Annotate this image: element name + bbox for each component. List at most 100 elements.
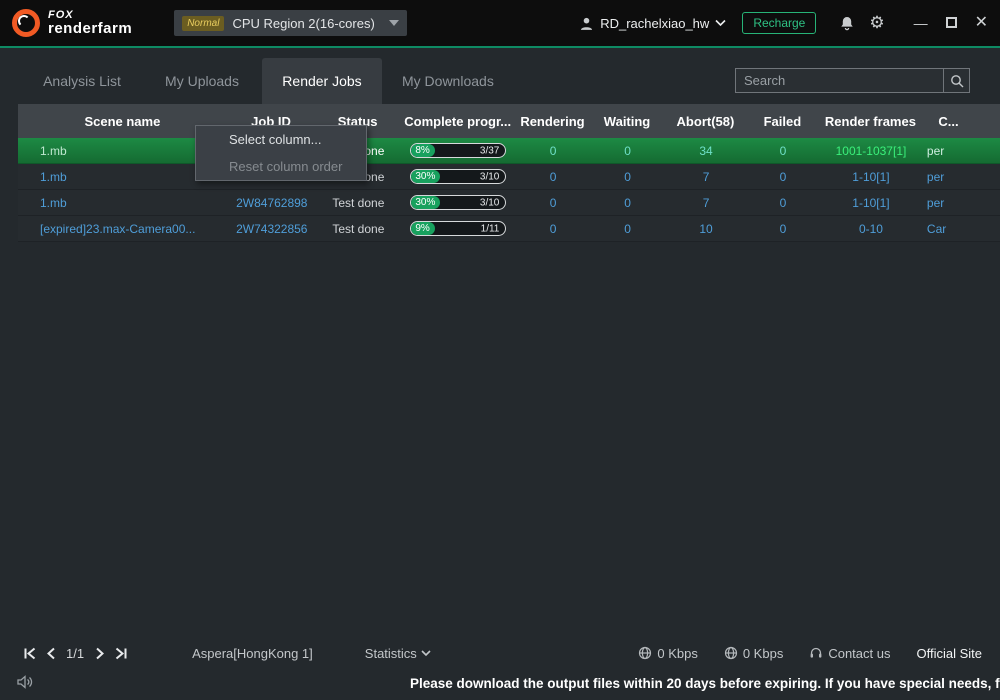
search-input[interactable]: [736, 73, 943, 88]
username-label: RD_rachelxiao_hw: [600, 15, 710, 31]
prev-page-button[interactable]: [40, 642, 62, 664]
page-indicator: 1/1: [66, 645, 85, 661]
progress-bar: 8% 3/37: [410, 143, 507, 158]
progress-bar: 30% 3/10: [410, 169, 507, 184]
bell-icon[interactable]: [839, 15, 855, 32]
failed-count: 0: [779, 221, 787, 236]
render-frames-cell: 0-10: [858, 221, 883, 236]
region-selector[interactable]: Normal CPU Region 2(16-cores): [174, 10, 407, 36]
download-speed: 0 Kbps: [724, 646, 783, 661]
status-cell: Test done: [332, 195, 385, 210]
upload-speed-label: 0 Kbps: [657, 645, 698, 661]
app-logo: FOX renderfarm: [12, 9, 132, 37]
user-icon: [579, 16, 594, 31]
waiting-count: 0: [624, 143, 631, 158]
recharge-button[interactable]: Recharge: [742, 12, 817, 34]
progress-cell: 8% 3/37: [401, 143, 516, 158]
close-button[interactable]: ✕: [975, 15, 988, 31]
headset-icon: [810, 647, 822, 658]
scene-name-cell[interactable]: [expired]23.max-Camera00...: [18, 222, 228, 236]
failed-count: 0: [779, 143, 787, 158]
notice-marquee: Please download the output files within …: [410, 676, 1000, 691]
job-id-cell[interactable]: 2W84762898: [228, 196, 316, 210]
rendering-count: 0: [549, 221, 557, 236]
statistics-dropdown[interactable]: Statistics: [365, 646, 431, 661]
progress-cell: 9% 1/11: [401, 221, 516, 236]
contact-us-label: Contact us: [828, 645, 891, 661]
tab-analysis-list[interactable]: Analysis List: [22, 58, 142, 104]
official-site-link[interactable]: Official Site: [916, 646, 982, 661]
job-id-cell[interactable]: 2W74322856: [228, 222, 316, 236]
status-cell: Test done: [332, 221, 385, 236]
progress-percent: 30%: [415, 171, 436, 182]
progress-fraction: 1/11: [480, 223, 500, 234]
col-abort[interactable]: Abort(58): [665, 114, 747, 129]
user-menu[interactable]: RD_rachelxiao_hw: [579, 16, 726, 31]
last-page-button[interactable]: [110, 642, 132, 664]
search-icon[interactable]: [943, 69, 969, 92]
col-failed[interactable]: Failed: [746, 114, 818, 129]
tab-render-jobs[interactable]: Render Jobs: [262, 58, 382, 104]
table-row[interactable]: 1.mb Test done 8% 3/37 0 0 34 0 1001-103…: [18, 138, 1000, 164]
download-speed-label: 0 Kbps: [742, 645, 784, 661]
chevron-down-icon: [715, 19, 726, 27]
region-label: CPU Region 2(16-cores): [232, 15, 375, 31]
gear-icon[interactable]: ⚙: [869, 13, 884, 33]
column-context-menu: Select column... Reset column order: [195, 125, 367, 181]
progress-fraction: 3/10: [479, 171, 500, 182]
table-row[interactable]: 1.mb 2W84762898 Test done 30% 3/10 0 0 7…: [18, 190, 1000, 216]
titlebar: FOX renderfarm Normal CPU Region 2(16-co…: [0, 0, 1000, 46]
waiting-count: 0: [624, 169, 631, 184]
render-frames-cell: 1001-1037[1]: [835, 143, 907, 158]
camera-cell: Car: [926, 221, 947, 236]
failed-count: 0: [779, 169, 787, 184]
menu-item-select-column[interactable]: Select column...: [196, 126, 366, 153]
minimize-button[interactable]: —: [914, 16, 928, 30]
rendering-count: 0: [549, 195, 557, 210]
brand-name-bottom: renderfarm: [48, 20, 133, 37]
abort-count: 10: [699, 221, 713, 236]
progress-bar: 30% 3/10: [410, 195, 507, 210]
tab-bar: Analysis List My Uploads Render Jobs My …: [0, 58, 1000, 104]
camera-cell: per: [926, 195, 945, 210]
col-waiting[interactable]: Waiting: [590, 114, 665, 129]
next-page-button[interactable]: [88, 642, 110, 664]
scene-name-cell[interactable]: 1.mb: [18, 196, 228, 210]
tab-my-downloads[interactable]: My Downloads: [382, 58, 514, 104]
contact-us-link[interactable]: Contact us: [809, 646, 890, 661]
first-page-button[interactable]: [18, 642, 40, 664]
rendering-count: 0: [549, 169, 557, 184]
failed-count: 0: [779, 195, 787, 210]
tab-my-uploads[interactable]: My Uploads: [142, 58, 262, 104]
menu-item-reset-column-order: Reset column order: [229, 159, 343, 174]
accent-divider: [0, 46, 1000, 48]
progress-bar: 9% 1/11: [410, 221, 507, 236]
table-header-row: Scene name Job ID Status Complete progr.…: [18, 104, 1000, 138]
col-rendering[interactable]: Rendering: [515, 114, 589, 129]
abort-count: 7: [702, 195, 710, 210]
aspera-node-label[interactable]: Aspera[HongKong 1]: [192, 646, 313, 661]
progress-percent: 8%: [415, 145, 430, 156]
abort-count: 34: [699, 143, 713, 158]
progress-fraction: 3/10: [479, 197, 500, 208]
progress-cell: 30% 3/10: [401, 169, 516, 184]
table-row[interactable]: [expired]23.max-Camera00... 2W74322856 T…: [18, 216, 1000, 242]
maximize-button[interactable]: [945, 16, 957, 30]
search-box: [735, 68, 970, 93]
table-row[interactable]: 1.mb Test done 30% 3/10 0 0 7 0 1-10[1] …: [18, 164, 1000, 190]
progress-cell: 30% 3/10: [401, 195, 516, 210]
progress-percent: 9%: [415, 223, 430, 234]
statistics-label: Statistics: [364, 645, 417, 661]
camera-cell: per: [926, 169, 945, 184]
col-render-frames[interactable]: Render frames: [818, 114, 922, 129]
upload-speed: 0 Kbps: [638, 645, 698, 661]
col-camera[interactable]: C...: [922, 114, 1000, 129]
col-complete-progress[interactable]: Complete progr...: [400, 114, 515, 129]
maximize-icon: [945, 17, 957, 28]
abort-count: 7: [702, 169, 710, 184]
render-frames-cell: 1-10[1]: [852, 169, 890, 184]
speaker-icon[interactable]: [16, 674, 34, 690]
globe-icon: [724, 646, 737, 660]
waiting-count: 0: [624, 221, 631, 236]
chevron-down-icon: [421, 649, 431, 656]
